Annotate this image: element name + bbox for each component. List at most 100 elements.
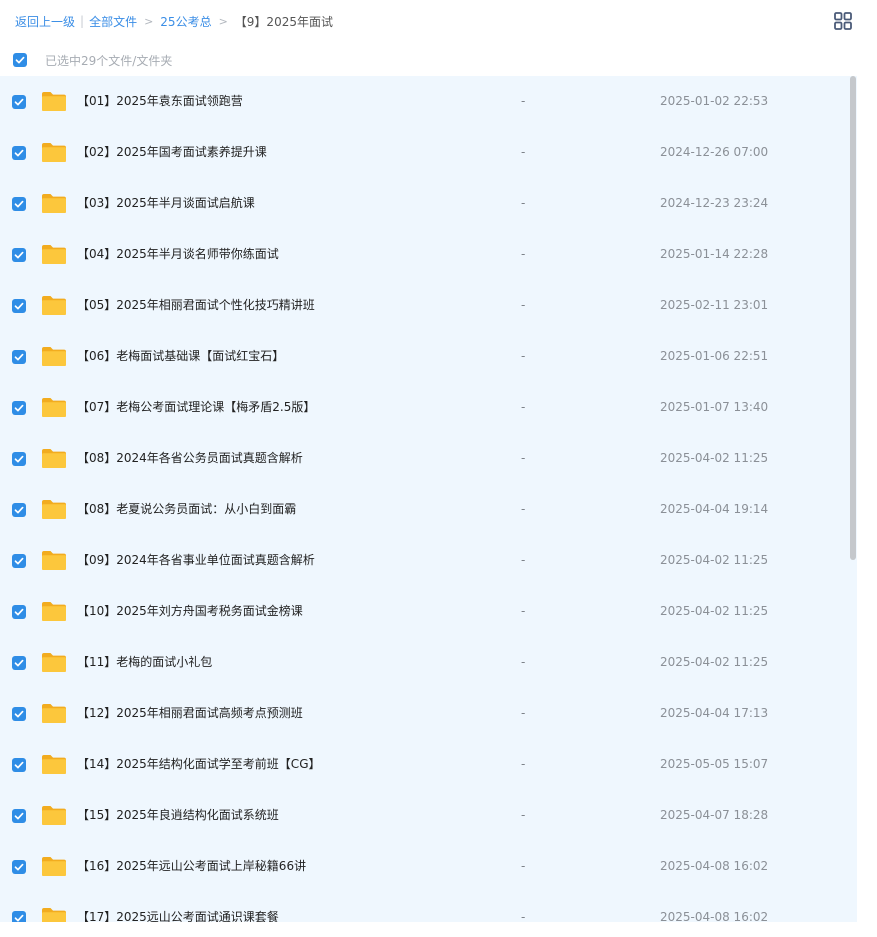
file-modified-date: 2025-04-02 11:25 [660,604,769,618]
back-link[interactable]: 返回上一级 [15,13,75,30]
breadcrumb-all-files[interactable]: 全部文件 [89,13,137,30]
file-row[interactable]: 【11】老梅的面试小礼包 - 2025-04-02 11:25 [0,637,857,688]
file-row[interactable]: 【10】2025年刘方舟国考税务面试金榜课 - 2025-04-02 11:25 [0,586,857,637]
checkmark-icon [14,761,24,769]
file-modified-date: 2025-04-04 19:14 [660,502,769,516]
file-row[interactable]: 【17】2025远山公考面试通识课套餐 - 2025-04-08 16:02 [0,892,857,922]
breadcrumb: 返回上一级 | 全部文件 > 25公考总 > 【9】2025年面试 [0,0,877,42]
select-all-bar: 已选中29个文件/文件夹 [0,44,877,76]
folder-icon [42,755,66,774]
checkmark-icon [14,98,24,106]
file-name[interactable]: 【11】老梅的面试小礼包 [77,637,212,688]
file-row[interactable]: 【14】2025年结构化面试学至考前班【CG】 - 2025-05-05 15:… [0,739,857,790]
file-size: - [521,400,526,414]
breadcrumb-separator: > [144,14,154,28]
folder-icon [42,449,66,468]
file-name[interactable]: 【07】老梅公考面试理论课【梅矛盾2.5版】 [77,382,315,433]
folder-icon [42,143,66,162]
file-row[interactable]: 【02】2025年国考面试素养提升课 - 2024-12-26 07:00 [0,127,857,178]
folder-icon [42,500,66,519]
row-checkbox[interactable] [12,95,26,109]
file-modified-date: 2025-04-07 18:28 [660,808,769,822]
file-size: - [521,808,526,822]
grid-view-icon[interactable] [834,12,852,30]
row-checkbox[interactable] [12,554,26,568]
row-checkbox[interactable] [12,809,26,823]
file-row[interactable]: 【09】2024年各省事业单位面试真题含解析 - 2025-04-02 11:2… [0,535,857,586]
file-name[interactable]: 【05】2025年相丽君面试个性化技巧精讲班 [77,280,315,331]
file-row[interactable]: 【01】2025年袁东面试领跑营 - 2025-01-02 22:53 [0,76,857,127]
breadcrumb-parent-folder[interactable]: 25公考总 [160,13,211,30]
checkmark-icon [14,863,24,871]
folder-icon [42,602,66,621]
file-row[interactable]: 【06】老梅面试基础课【面试红宝石】 - 2025-01-06 22:51 [0,331,857,382]
file-row[interactable]: 【05】2025年相丽君面试个性化技巧精讲班 - 2025-02-11 23:0… [0,280,857,331]
row-checkbox[interactable] [12,707,26,721]
file-name[interactable]: 【15】2025年良逍结构化面试系统班 [77,790,279,841]
file-name[interactable]: 【06】老梅面试基础课【面试红宝石】 [77,331,284,382]
folder-icon [42,398,66,417]
file-row[interactable]: 【15】2025年良逍结构化面试系统班 - 2025-04-07 18:28 [0,790,857,841]
scrollbar-thumb[interactable] [850,76,856,560]
file-size: - [521,706,526,720]
checkmark-icon [14,812,24,820]
row-checkbox[interactable] [12,656,26,670]
row-checkbox[interactable] [12,860,26,874]
row-checkbox[interactable] [12,503,26,517]
file-row[interactable]: 【08】2024年各省公务员面试真题含解析 - 2025-04-02 11:25 [0,433,857,484]
file-row[interactable]: 【16】2025年远山公考面试上岸秘籍66讲 - 2025-04-08 16:0… [0,841,857,892]
row-checkbox[interactable] [12,401,26,415]
file-size: - [521,655,526,669]
file-modified-date: 2025-01-14 22:28 [660,247,769,261]
checkmark-icon [14,710,24,718]
file-size: - [521,553,526,567]
row-checkbox[interactable] [12,758,26,772]
file-modified-date: 2025-04-02 11:25 [660,553,769,567]
file-name[interactable]: 【17】2025远山公考面试通识课套餐 [77,892,279,922]
file-row[interactable]: 【07】老梅公考面试理论课【梅矛盾2.5版】 - 2025-01-07 13:4… [0,382,857,433]
file-size: - [521,502,526,516]
file-modified-date: 2024-12-23 23:24 [660,196,769,210]
file-row[interactable]: 【03】2025年半月谈面试启航课 - 2024-12-23 23:24 [0,178,857,229]
file-modified-date: 2024-12-26 07:00 [660,145,769,159]
file-modified-date: 2025-04-04 17:13 [660,706,769,720]
file-row[interactable]: 【12】2025年相丽君面试高频考点预测班 - 2025-04-04 17:13 [0,688,857,739]
selection-status: 已选中29个文件/文件夹 [45,53,173,68]
checkmark-icon [14,608,24,616]
row-checkbox[interactable] [12,299,26,313]
folder-icon [42,704,66,723]
row-checkbox[interactable] [12,605,26,619]
file-name[interactable]: 【08】老夏说公务员面试：从小白到面霸 [77,484,296,535]
file-name[interactable]: 【12】2025年相丽君面试高频考点预测班 [77,688,303,739]
breadcrumb-separator: | [80,14,85,28]
file-name[interactable]: 【16】2025年远山公考面试上岸秘籍66讲 [77,841,306,892]
file-name[interactable]: 【04】2025年半月谈名师带你练面试 [77,229,279,280]
row-checkbox[interactable] [12,452,26,466]
row-checkbox[interactable] [12,146,26,160]
row-checkbox[interactable] [12,911,26,922]
row-checkbox[interactable] [12,248,26,262]
file-name[interactable]: 【01】2025年袁东面试领跑营 [77,76,243,127]
select-all-checkbox[interactable] [13,53,27,67]
checkmark-icon [14,659,24,667]
file-name[interactable]: 【14】2025年结构化面试学至考前班【CG】 [77,739,321,790]
file-name[interactable]: 【02】2025年国考面试素养提升课 [77,127,267,178]
checkmark-icon [14,455,24,463]
row-checkbox[interactable] [12,350,26,364]
file-size: - [521,349,526,363]
file-name[interactable]: 【03】2025年半月谈面试启航课 [77,178,255,229]
file-name[interactable]: 【09】2024年各省事业单位面试真题含解析 [77,535,315,586]
file-size: - [521,757,526,771]
file-row[interactable]: 【08】老夏说公务员面试：从小白到面霸 - 2025-04-04 19:14 [0,484,857,535]
file-row[interactable]: 【04】2025年半月谈名师带你练面试 - 2025-01-14 22:28 [0,229,857,280]
scrollbar[interactable] [848,76,857,922]
file-size: - [521,145,526,159]
file-name[interactable]: 【08】2024年各省公务员面试真题含解析 [77,433,303,484]
file-size: - [521,451,526,465]
file-modified-date: 2025-05-05 15:07 [660,757,769,771]
row-checkbox[interactable] [12,197,26,211]
file-size: - [521,604,526,618]
checkmark-icon [14,914,24,922]
file-name[interactable]: 【10】2025年刘方舟国考税务面试金榜课 [77,586,303,637]
file-modified-date: 2025-04-08 16:02 [660,910,769,922]
